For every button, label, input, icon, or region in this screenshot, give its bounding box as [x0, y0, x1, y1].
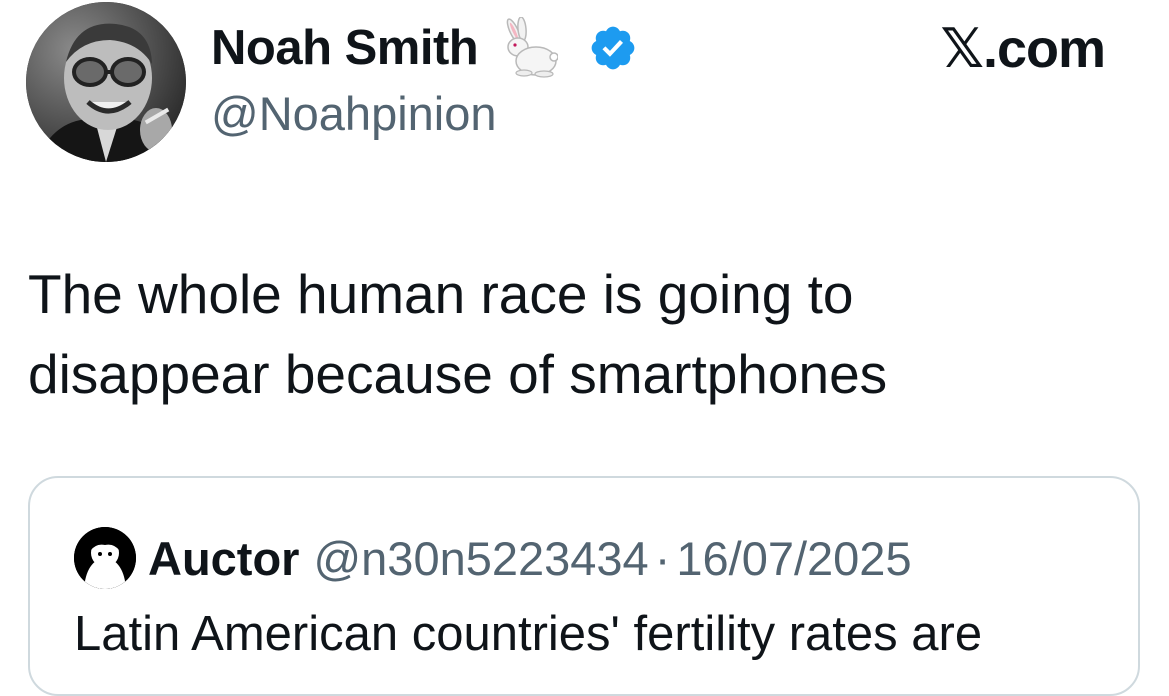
quoted-tweet-date[interactable]: 16/07/2025 [676, 531, 911, 586]
tweet-text-line: disappear because of smartphones [28, 343, 888, 405]
brand-label: 𝕏.com [940, 18, 1106, 79]
quoted-author-avatar[interactable] [74, 527, 136, 589]
author-display-name[interactable]: Noah Smith [211, 20, 479, 76]
quoted-tweet-text: Latin American countries' fertility rate… [74, 607, 983, 661]
author-avatar[interactable] [26, 2, 186, 162]
tweet-text-line: The whole human race is going to [28, 263, 854, 325]
quoted-author-handle[interactable]: @n30n5223434 [313, 531, 648, 586]
quoted-tweet-header: Auctor @n30n5223434 · 16/07/2025 [74, 527, 912, 589]
author-handle[interactable]: @Noahpinion [211, 86, 497, 141]
verified-badge-icon[interactable] [588, 23, 638, 73]
rabbit-icon [496, 16, 559, 79]
separator-dot: · [654, 531, 671, 585]
quoted-tweet-card[interactable]: Auctor @n30n5223434 · 16/07/2025 Latin A… [28, 476, 1140, 696]
author-name-row: Noah Smith [211, 16, 638, 80]
tweet-text: The whole human race is going to disappe… [28, 254, 1138, 414]
quoted-author-name[interactable]: Auctor [148, 531, 299, 586]
